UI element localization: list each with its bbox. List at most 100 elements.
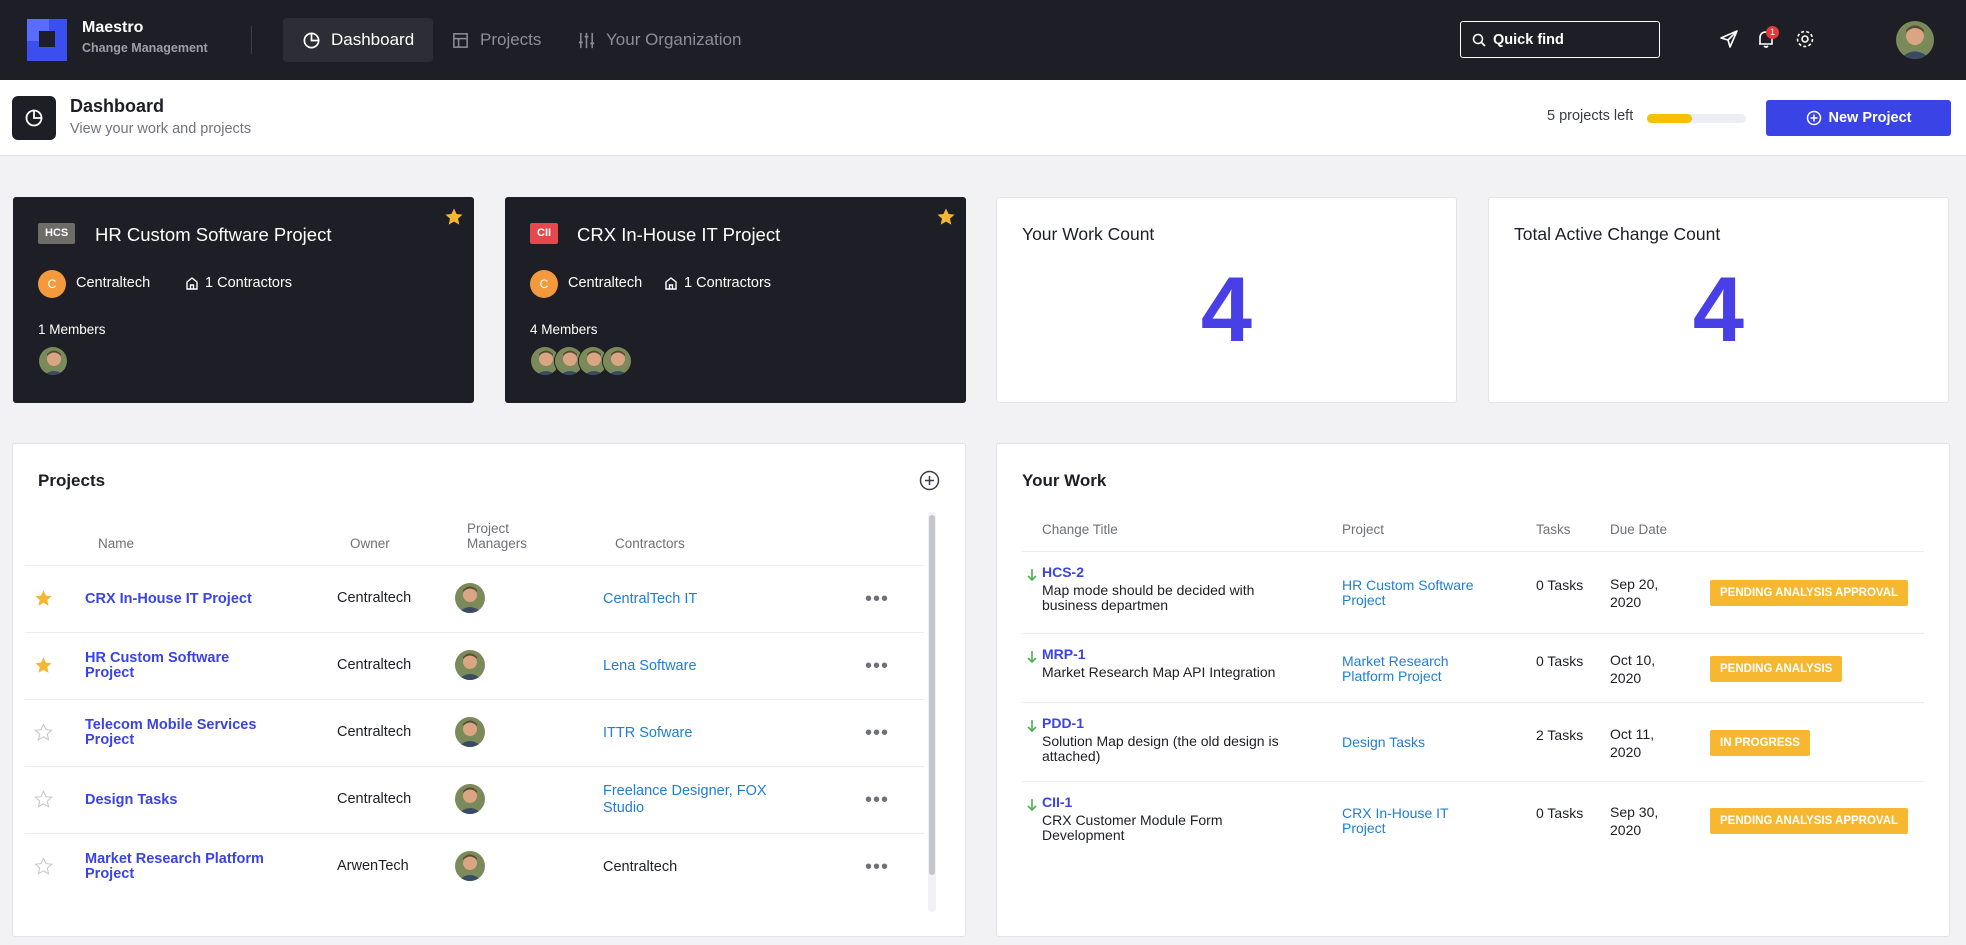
project-name-link[interactable]: Design Tasks	[85, 767, 265, 833]
more-options-icon[interactable]: •••	[865, 789, 889, 812]
change-title: Solution Map design (the old design is a…	[1042, 733, 1279, 764]
star-outline-icon[interactable]	[34, 723, 53, 742]
arrow-down-icon	[1027, 720, 1037, 733]
column-header-managers-line2[interactable]: Managers	[467, 536, 527, 551]
star-filled-icon[interactable]	[34, 656, 53, 675]
change-id-link[interactable]: HCS-2	[1042, 564, 1084, 580]
dashboard-icon	[303, 32, 320, 48]
star-filled-icon[interactable]	[34, 589, 53, 608]
quick-find-input[interactable]: Quick find	[1460, 21, 1660, 58]
dashboard-icon	[12, 96, 56, 140]
contractors-cell[interactable]: Lena Software	[603, 633, 793, 699]
change-tasks: 0 Tasks	[1536, 652, 1584, 669]
column-header-owner[interactable]: Owner	[350, 536, 390, 551]
manager-avatar[interactable]	[455, 583, 485, 613]
change-project-link[interactable]: Market Research Platform Project	[1342, 634, 1492, 703]
new-project-button[interactable]: New Project	[1766, 100, 1951, 136]
nav-your-organization[interactable]: Your Organization	[558, 18, 760, 62]
contractors-label: 1 Contractors	[205, 275, 293, 291]
send-icon[interactable]	[1717, 27, 1741, 51]
column-header-due-date[interactable]: Due Date	[1610, 522, 1667, 537]
app-subtitle: Change Management	[82, 41, 208, 55]
change-project-link[interactable]: CRX In-House IT Project	[1342, 782, 1492, 860]
change-tasks: 0 Tasks	[1536, 805, 1584, 821]
contractors-cell[interactable]: ITTR Sofware	[603, 700, 793, 766]
add-project-icon[interactable]	[919, 470, 940, 491]
change-id-link[interactable]: PDD-1	[1042, 715, 1084, 731]
gear-icon[interactable]	[1793, 27, 1817, 51]
projects-panel-title: Projects	[38, 471, 106, 490]
contractors-cell[interactable]: Freelance Designer, FOX Studio	[603, 767, 793, 833]
user-avatar[interactable]	[1896, 21, 1934, 59]
work-item-row[interactable]: HCS-2 Map mode should be decided with bus…	[1022, 551, 1924, 633]
change-due-date: Oct 10, 2020	[1610, 651, 1656, 686]
members-count: 4 Members	[530, 322, 598, 337]
star-outline-icon[interactable]	[34, 790, 53, 809]
table-row[interactable]: HR Custom Software Project Centraltech Len…	[25, 632, 924, 699]
projects-scrollbar-thumb[interactable]	[929, 515, 935, 875]
change-title: Map mode should be decided with business…	[1042, 582, 1255, 613]
status-badge: PENDING ANALYSIS APPROVAL	[1710, 808, 1909, 834]
star-filled-icon[interactable]	[936, 207, 956, 227]
star-filled-icon[interactable]	[444, 207, 464, 227]
column-header-change-title[interactable]: Change Title	[1042, 522, 1118, 537]
project-owner: Centraltech	[337, 791, 412, 807]
total-active-change-count-card: Total Active Change Count 4	[1488, 197, 1949, 403]
project-name-link[interactable]: HR Custom Software Project	[85, 633, 265, 699]
star-outline-icon[interactable]	[34, 857, 53, 876]
app-name: Maestro	[82, 19, 144, 36]
nav-projects-label: Projects	[480, 30, 542, 49]
contractors-cell: Centraltech	[603, 858, 678, 875]
contractors-label: 1 Contractors	[684, 275, 772, 291]
search-icon	[1472, 33, 1486, 47]
member-avatar	[38, 346, 68, 376]
arrow-down-icon	[1027, 569, 1037, 582]
work-item-row[interactable]: MRP-1 Market Research Map API Integration…	[1022, 633, 1924, 702]
count-label: Your Work Count	[1022, 224, 1155, 244]
project-owner: Centraltech	[337, 590, 412, 606]
project-owner: ArwenTech	[337, 858, 409, 874]
project-name-link[interactable]: CRX In-House IT Project	[85, 566, 265, 632]
column-header-name[interactable]: Name	[98, 536, 134, 551]
table-row[interactable]: Telecom Mobile Services Project Centralte…	[25, 699, 924, 766]
count-label: Total Active Change Count	[1514, 224, 1721, 244]
column-header-contractors[interactable]: Contractors	[615, 536, 685, 551]
project-name-link[interactable]: Market Research Platform Project	[85, 834, 265, 900]
manager-avatar[interactable]	[455, 851, 485, 881]
table-row[interactable]: CRX In-House IT Project Centraltech Centra…	[25, 565, 924, 632]
change-id-link[interactable]: CII-1	[1042, 794, 1072, 810]
project-name-link[interactable]: Telecom Mobile Services Project	[85, 700, 265, 766]
manager-avatar[interactable]	[455, 650, 485, 680]
more-options-icon[interactable]: •••	[865, 655, 889, 678]
table-row[interactable]: Design Tasks Centraltech Freelance Designe…	[25, 766, 924, 833]
contractors-cell[interactable]: CentralTech IT	[603, 566, 793, 632]
your-work-count-card: Your Work Count 4	[996, 197, 1457, 403]
project-owner: Centraltech	[337, 657, 412, 673]
projects-left-bar	[1647, 114, 1746, 123]
column-header-project[interactable]: Project	[1342, 522, 1384, 537]
change-project-link[interactable]: HR Custom Software Project	[1342, 552, 1492, 634]
change-tasks: 2 Tasks	[1536, 726, 1584, 743]
work-item-row[interactable]: PDD-1 Solution Map design (the old design…	[1022, 702, 1924, 781]
more-options-icon[interactable]: •••	[865, 588, 889, 611]
more-options-icon[interactable]: •••	[865, 722, 889, 745]
work-item-row[interactable]: CII-1 CRX Customer Module Form Developmen…	[1022, 781, 1924, 859]
change-id-link[interactable]: MRP-1	[1042, 646, 1086, 662]
maestro-logo[interactable]	[27, 19, 67, 61]
change-project-link[interactable]: Design Tasks	[1342, 703, 1492, 782]
nav-dashboard[interactable]: Dashboard	[283, 18, 434, 62]
change-title: CRX Customer Module Form Development	[1042, 812, 1223, 843]
status-badge: IN PROGRESS	[1710, 729, 1810, 756]
project-card-cii[interactable]: CII CRX In-House IT Project C Centraltec…	[505, 197, 966, 403]
project-card-hcs[interactable]: HCS HR Custom Software Project C Central…	[13, 197, 474, 403]
nav-projects[interactable]: Projects	[432, 18, 560, 62]
project-owner: Centraltech	[337, 724, 412, 740]
change-tasks: 0 Tasks	[1536, 577, 1584, 593]
manager-avatar[interactable]	[455, 784, 485, 814]
table-row[interactable]: Market Research Platform Project ArwenTec…	[25, 833, 924, 900]
column-header-managers-line1[interactable]: Project	[467, 521, 509, 536]
manager-avatar[interactable]	[455, 717, 485, 747]
owner-avatar: C	[530, 270, 558, 298]
column-header-tasks[interactable]: Tasks	[1536, 522, 1571, 537]
more-options-icon[interactable]: •••	[865, 856, 889, 879]
